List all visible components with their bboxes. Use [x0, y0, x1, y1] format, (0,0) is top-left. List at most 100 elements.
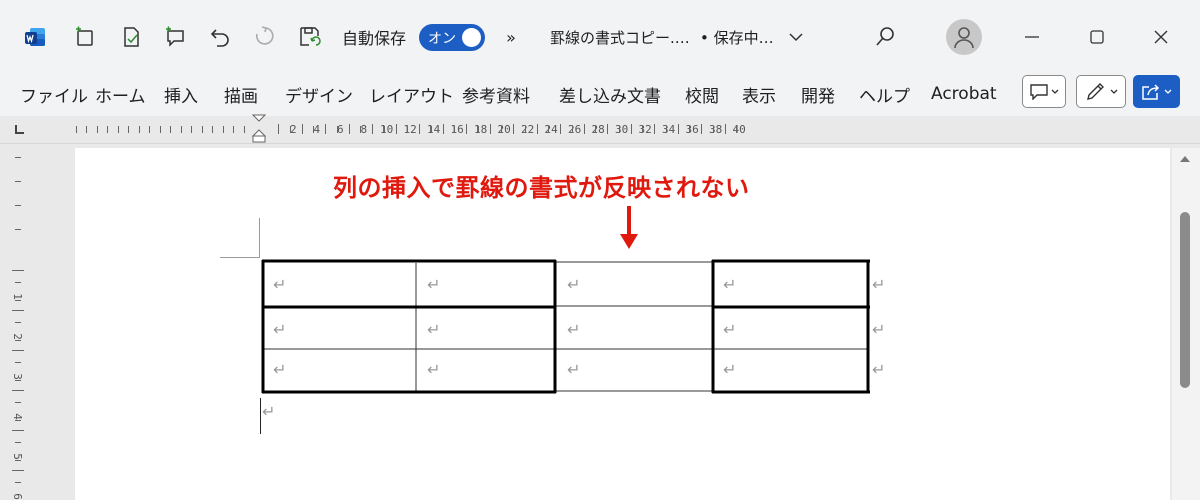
- table-cell[interactable]: ↵: [427, 320, 440, 339]
- table-cell[interactable]: ↵: [273, 275, 286, 294]
- ruler-tick: [689, 126, 691, 133]
- table-cell[interactable]: ↵: [273, 320, 286, 339]
- row-end-mark: ↵: [872, 320, 886, 339]
- ruler-tick: [15, 181, 21, 182]
- search-icon[interactable]: [872, 24, 898, 50]
- document-title[interactable]: 罫線の書式コピー.…: [550, 26, 690, 48]
- table-cell[interactable]: ↵: [723, 360, 736, 379]
- more-commands-button[interactable]: »: [500, 25, 522, 49]
- ruler-label: 32: [638, 123, 652, 136]
- chevron-down-icon: [1164, 89, 1172, 94]
- tab-design[interactable]: デザイン: [285, 82, 353, 107]
- ruler-tick: [170, 126, 171, 133]
- save-status: • 保存中…: [700, 28, 774, 47]
- ruler-tick: [383, 126, 385, 133]
- tab-draw[interactable]: 描画: [224, 82, 258, 107]
- ruler-tick: [97, 126, 98, 133]
- ruler-tick: [15, 300, 21, 301]
- new-doc-icon[interactable]: [72, 24, 98, 50]
- ruler-tick: [15, 282, 21, 283]
- table-cell[interactable]: ↵: [723, 320, 736, 339]
- ruler-tick: [149, 126, 150, 133]
- tab-mailings[interactable]: 差し込み文書: [559, 82, 661, 107]
- editing-mode-button[interactable]: [1076, 75, 1126, 108]
- save-refresh-icon[interactable]: [297, 24, 323, 50]
- word-icon[interactable]: [24, 26, 46, 48]
- table-cell[interactable]: ↵: [567, 360, 580, 379]
- ruler-tick: [15, 229, 21, 230]
- scroll-thumb[interactable]: [1180, 212, 1190, 388]
- minimize-icon[interactable]: [1017, 22, 1047, 52]
- ruler-tick: [419, 124, 420, 134]
- indent-marker[interactable]: [252, 114, 266, 144]
- tab-acrobat[interactable]: Acrobat: [931, 82, 997, 106]
- autosave-toggle[interactable]: オン: [419, 24, 485, 51]
- tab-layout[interactable]: レイアウト: [369, 82, 454, 107]
- ruler-tick: [244, 126, 245, 133]
- chevron-down-icon: [1110, 89, 1117, 94]
- text-cursor: [260, 398, 261, 434]
- tab-developer[interactable]: 開発: [801, 82, 835, 107]
- ruler-tick: [191, 126, 192, 133]
- ruler-label: 1: [10, 293, 24, 300]
- ruler-label: 8: [360, 123, 368, 136]
- ruler-label: 2: [290, 123, 297, 136]
- ruler-label: 3: [10, 373, 24, 380]
- table-cell[interactable]: ↵: [427, 360, 440, 379]
- table-cell[interactable]: ↵: [273, 360, 286, 379]
- tab-home[interactable]: ホーム: [95, 82, 146, 107]
- ruler-tick: [524, 126, 526, 133]
- ruler-tick: [513, 124, 514, 134]
- ruler-tick: [642, 126, 644, 133]
- row-end-mark: ↵: [872, 360, 886, 379]
- ruler-tick: [15, 205, 21, 206]
- tab-references[interactable]: 参考資料: [462, 82, 530, 107]
- comment-icon[interactable]: [162, 24, 188, 50]
- tab-help[interactable]: ヘルプ: [859, 82, 910, 107]
- vertical-scrollbar[interactable]: [1172, 148, 1200, 500]
- redo-icon[interactable]: [251, 24, 277, 50]
- tab-file[interactable]: ファイル: [20, 82, 88, 107]
- share-button[interactable]: [1133, 75, 1180, 108]
- tab-view[interactable]: 表示: [742, 82, 776, 107]
- close-icon[interactable]: [1146, 22, 1176, 52]
- tab-review[interactable]: 校閲: [685, 82, 719, 107]
- ruler-tick: [12, 470, 24, 471]
- chevron-down-icon[interactable]: [787, 26, 805, 48]
- paragraph-mark: ↵: [262, 402, 276, 421]
- maximize-icon[interactable]: [1082, 22, 1112, 52]
- tab-insert[interactable]: 挿入: [164, 82, 198, 107]
- ruler-tick: [630, 124, 632, 134]
- ruler-tick: [15, 482, 21, 483]
- ruler-tick: [15, 402, 21, 403]
- ruler-label: 18: [474, 123, 488, 136]
- ruler-tick: [12, 390, 24, 391]
- ruler-label: 4: [313, 123, 321, 136]
- ruler-tick: [15, 340, 21, 341]
- horizontal-ruler[interactable]: 2 4 6 8 10 12 14 16 18 20 22 24 26 28 30 32 34 36 38 40: [0, 116, 1200, 144]
- table-cell[interactable]: ↵: [567, 275, 580, 294]
- ruler-tick: [139, 126, 140, 133]
- scroll-up-icon[interactable]: [1179, 154, 1191, 164]
- ruler-tick: [181, 126, 182, 133]
- undo-icon[interactable]: [207, 24, 233, 50]
- table-cell[interactable]: ↵: [427, 275, 440, 294]
- ruler-label: 10: [380, 123, 394, 136]
- ruler-label: 30: [615, 123, 629, 136]
- ruler-tick: [442, 124, 444, 134]
- ruler-tick: [12, 310, 24, 311]
- ruler-tick: [618, 126, 620, 133]
- ruler-tick: [595, 126, 597, 133]
- ruler-tick: [233, 126, 234, 133]
- edit-doc-icon[interactable]: [118, 24, 144, 50]
- avatar-icon[interactable]: [946, 19, 982, 55]
- ruler-tick: [289, 126, 291, 133]
- ruler-tick: [12, 350, 24, 351]
- table-cell[interactable]: ↵: [567, 320, 580, 339]
- tab-selector-icon[interactable]: [14, 124, 25, 135]
- table-cell[interactable]: ↵: [723, 275, 736, 294]
- ruler-tick: [278, 124, 279, 134]
- row-end-mark: ↵: [872, 275, 886, 294]
- comment-button[interactable]: [1022, 75, 1066, 108]
- vertical-ruler[interactable]: 1 2 3 4 5 6: [0, 145, 36, 500]
